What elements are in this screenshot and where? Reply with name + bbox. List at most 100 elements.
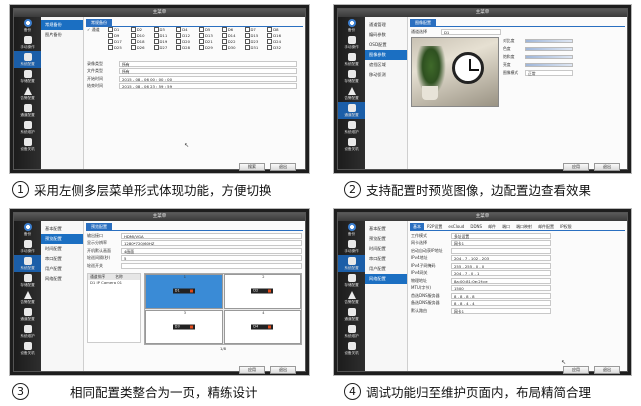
preview-cell[interactable]: 4 D4 <box>223 309 301 344</box>
form-field[interactable]: 多址设置 <box>451 232 551 239</box>
form-field[interactable]: 204 . 7 . 0 . 1 <box>451 270 551 276</box>
submenu-item[interactable]: 常规备份 <box>41 20 83 30</box>
submenu-item[interactable]: 用户配置 <box>41 264 83 274</box>
channel-checkbox[interactable]: D23 <box>245 39 268 44</box>
channel-checkbox[interactable]: D6 <box>222 27 245 32</box>
sidebar-item[interactable]: 存储配置 <box>14 272 41 289</box>
exit-button[interactable]: 退出 <box>270 163 296 171</box>
sidebar-item[interactable]: 告警配置 <box>338 85 365 102</box>
exit-button[interactable]: 退出 <box>270 366 296 374</box>
channel-select[interactable]: D1 <box>441 28 501 35</box>
image-mode-select[interactable]: 正常 <box>525 69 573 76</box>
channel-checkbox[interactable]: D10 <box>131 33 154 38</box>
sidebar-item[interactable]: 通道配置 <box>14 102 41 119</box>
channel-checkbox[interactable]: D14 <box>222 33 245 38</box>
form-field[interactable]: 1280*720/60HZ <box>121 240 302 246</box>
channel-checkbox[interactable]: D4 <box>176 27 199 32</box>
submenu-item[interactable]: 编码参数 <box>365 30 407 40</box>
channel-select-all[interactable]: ✓ 通道 <box>87 27 100 33</box>
channel-checkbox[interactable]: D12 <box>176 33 199 38</box>
sidebar-item[interactable]: 备份 <box>338 221 365 238</box>
sidebar-item[interactable]: 系统配置 <box>14 51 41 68</box>
page-indicator[interactable]: 1/8 <box>144 346 302 352</box>
form-field[interactable]: 2015 - 08 - 06 00 : 00 : 00 <box>119 75 297 82</box>
form-field[interactable]: 1500 <box>451 285 551 291</box>
submenu-item[interactable]: 遮挡区域 <box>365 60 407 70</box>
slider-track[interactable] <box>525 54 573 59</box>
channel-checkbox[interactable]: D7 <box>245 27 268 32</box>
tab-item[interactable]: 邮件配置 <box>535 223 557 230</box>
sidebar-item[interactable]: 备份 <box>14 17 41 34</box>
sidebar-item[interactable]: 告警配置 <box>14 85 41 102</box>
slider-track[interactable] <box>525 38 573 43</box>
channel-checkbox[interactable]: D9 <box>108 33 131 38</box>
channel-checkbox[interactable]: D29 <box>199 45 222 50</box>
form-field[interactable] <box>121 262 302 269</box>
channel-checkbox[interactable]: D24 <box>267 39 290 44</box>
form-field[interactable]: 2015 - 08 - 06 23 : 59 : 59 <box>119 83 297 89</box>
submenu-item[interactable]: 图像参数 <box>365 50 407 60</box>
submenu-item[interactable]: 通道管理 <box>365 20 407 30</box>
channel-checkbox[interactable]: D31 <box>245 45 268 50</box>
sidebar-item[interactable]: 告警配置 <box>14 289 41 306</box>
apply-button[interactable]: 应用 <box>563 163 589 171</box>
submenu-item[interactable]: 图片备份 <box>41 30 83 40</box>
sidebar-item[interactable]: 存储配置 <box>14 68 41 85</box>
channel-checkbox[interactable]: D30 <box>222 45 245 50</box>
sidebar-item[interactable]: 手动操作 <box>338 34 365 51</box>
submenu-item[interactable]: 预览配置 <box>365 234 407 244</box>
tab-item[interactable]: 端口 <box>499 223 513 230</box>
channel-checkbox[interactable]: D26 <box>131 45 154 50</box>
sidebar-item[interactable]: 备份 <box>14 221 41 238</box>
channel-checkbox[interactable]: D27 <box>154 45 177 50</box>
channel-checkbox[interactable]: D2 <box>131 27 154 32</box>
submenu-item[interactable]: OSD配置 <box>365 40 407 50</box>
preview-cell[interactable]: 1 D1 <box>145 274 223 309</box>
form-field[interactable]: 网卡1 <box>451 307 551 314</box>
tab-image-config[interactable]: 图像配置 <box>410 19 436 26</box>
sidebar-item[interactable]: 手动操作 <box>338 238 365 255</box>
channel-checkbox[interactable]: D15 <box>245 33 268 38</box>
submenu-item[interactable]: 时间配置 <box>41 244 83 254</box>
sidebar-item[interactable]: 通道配置 <box>338 306 365 323</box>
submenu-item[interactable]: 网络配置 <box>41 274 83 284</box>
sidebar-item[interactable]: 系统维护 <box>338 323 365 340</box>
channel-checkbox[interactable]: D16 <box>267 33 290 38</box>
channel-checkbox[interactable]: D21 <box>199 39 222 44</box>
channel-checkbox[interactable]: D20 <box>176 39 199 44</box>
sidebar-item[interactable]: 手动操作 <box>14 34 41 51</box>
sidebar-item[interactable]: 设备关机 <box>338 136 365 153</box>
tab-preview-config[interactable]: 预览配置 <box>86 223 112 230</box>
channel-checkbox[interactable]: D11 <box>154 33 177 38</box>
form-field[interactable]: 网卡1 <box>451 240 551 246</box>
submenu-item[interactable]: 时间配置 <box>365 244 407 254</box>
channel-checkbox[interactable]: D19 <box>154 39 177 44</box>
sidebar-item[interactable]: 设备关机 <box>14 136 41 153</box>
sidebar-item[interactable]: 系统配置 <box>338 51 365 68</box>
submenu-item[interactable]: 移动侦测 <box>365 70 407 80</box>
search-button[interactable]: 搜索 <box>239 163 265 171</box>
sidebar-item[interactable]: 设备关机 <box>14 340 41 357</box>
sidebar-item[interactable]: 设备关机 <box>338 340 365 357</box>
channel-checkbox[interactable]: D22 <box>222 39 245 44</box>
submenu-item[interactable]: 预览配置 <box>41 234 83 244</box>
submenu-item[interactable]: 串口配置 <box>41 254 83 264</box>
form-field[interactable] <box>451 247 551 254</box>
submenu-item[interactable]: 用户配置 <box>365 264 407 274</box>
exit-button[interactable]: 退出 <box>594 366 620 374</box>
tab-item[interactable]: esCloud <box>445 223 467 230</box>
slider-track[interactable] <box>525 62 573 67</box>
form-field[interactable]: 所有 <box>119 60 297 67</box>
sidebar-item[interactable]: 系统配置 <box>338 255 365 272</box>
form-field[interactable]: 255 . 255 . 0 . 0 <box>451 262 551 269</box>
channel-checkbox[interactable]: D28 <box>176 45 199 50</box>
sidebar-item[interactable]: 系统维护 <box>14 323 41 340</box>
tab-item[interactable]: 基本 <box>410 223 424 230</box>
sidebar-item[interactable]: 存储配置 <box>338 68 365 85</box>
apply-button[interactable]: 应用 <box>563 366 589 374</box>
form-field[interactable]: 204 . 7 . 102 . 203 <box>451 255 551 261</box>
sidebar-item[interactable]: 手动操作 <box>14 238 41 255</box>
form-field[interactable]: 4画面 <box>121 247 302 254</box>
channel-checkbox[interactable]: D17 <box>108 39 131 44</box>
tab-backup[interactable]: 常规备份 <box>86 19 112 26</box>
